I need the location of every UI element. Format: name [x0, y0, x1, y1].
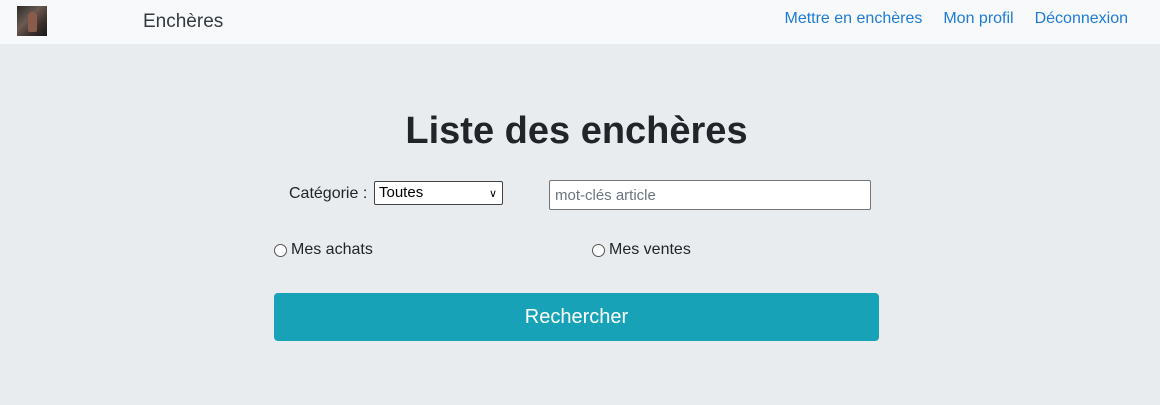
navbar: Enchères Mettre en enchères Mon profil D…	[0, 0, 1160, 44]
category-select[interactable]: Toutes ∨	[374, 181, 503, 205]
logo-figure	[28, 12, 37, 32]
page-title: Liste des enchères	[405, 110, 748, 152]
nav-sell-link[interactable]: Mettre en enchères	[784, 10, 922, 28]
nav-profile-link[interactable]: Mon profil	[943, 10, 1013, 28]
nav-logout-link[interactable]: Déconnexion	[1035, 10, 1128, 28]
keyword-search-input[interactable]	[549, 180, 871, 210]
category-selected-value: Toutes	[379, 184, 424, 201]
brand-title[interactable]: Enchères	[143, 11, 223, 33]
radio-my-sales-label: Mes ventes	[609, 241, 691, 258]
auction-logo-icon[interactable]	[17, 6, 47, 36]
search-button[interactable]: Rechercher	[274, 293, 879, 341]
nav-links: Mettre en enchères Mon profil Déconnexio…	[784, 10, 1128, 28]
category-label: Catégorie :	[289, 185, 368, 202]
radio-my-sales[interactable]: Mes ventes	[592, 241, 691, 259]
radio-circle[interactable]	[592, 243, 605, 257]
chevron-down-icon: ∨	[488, 188, 497, 200]
radio-my-purchases[interactable]: Mes achats	[274, 241, 373, 259]
radio-my-purchases-label: Mes achats	[291, 241, 373, 258]
radio-circle[interactable]	[274, 243, 287, 257]
